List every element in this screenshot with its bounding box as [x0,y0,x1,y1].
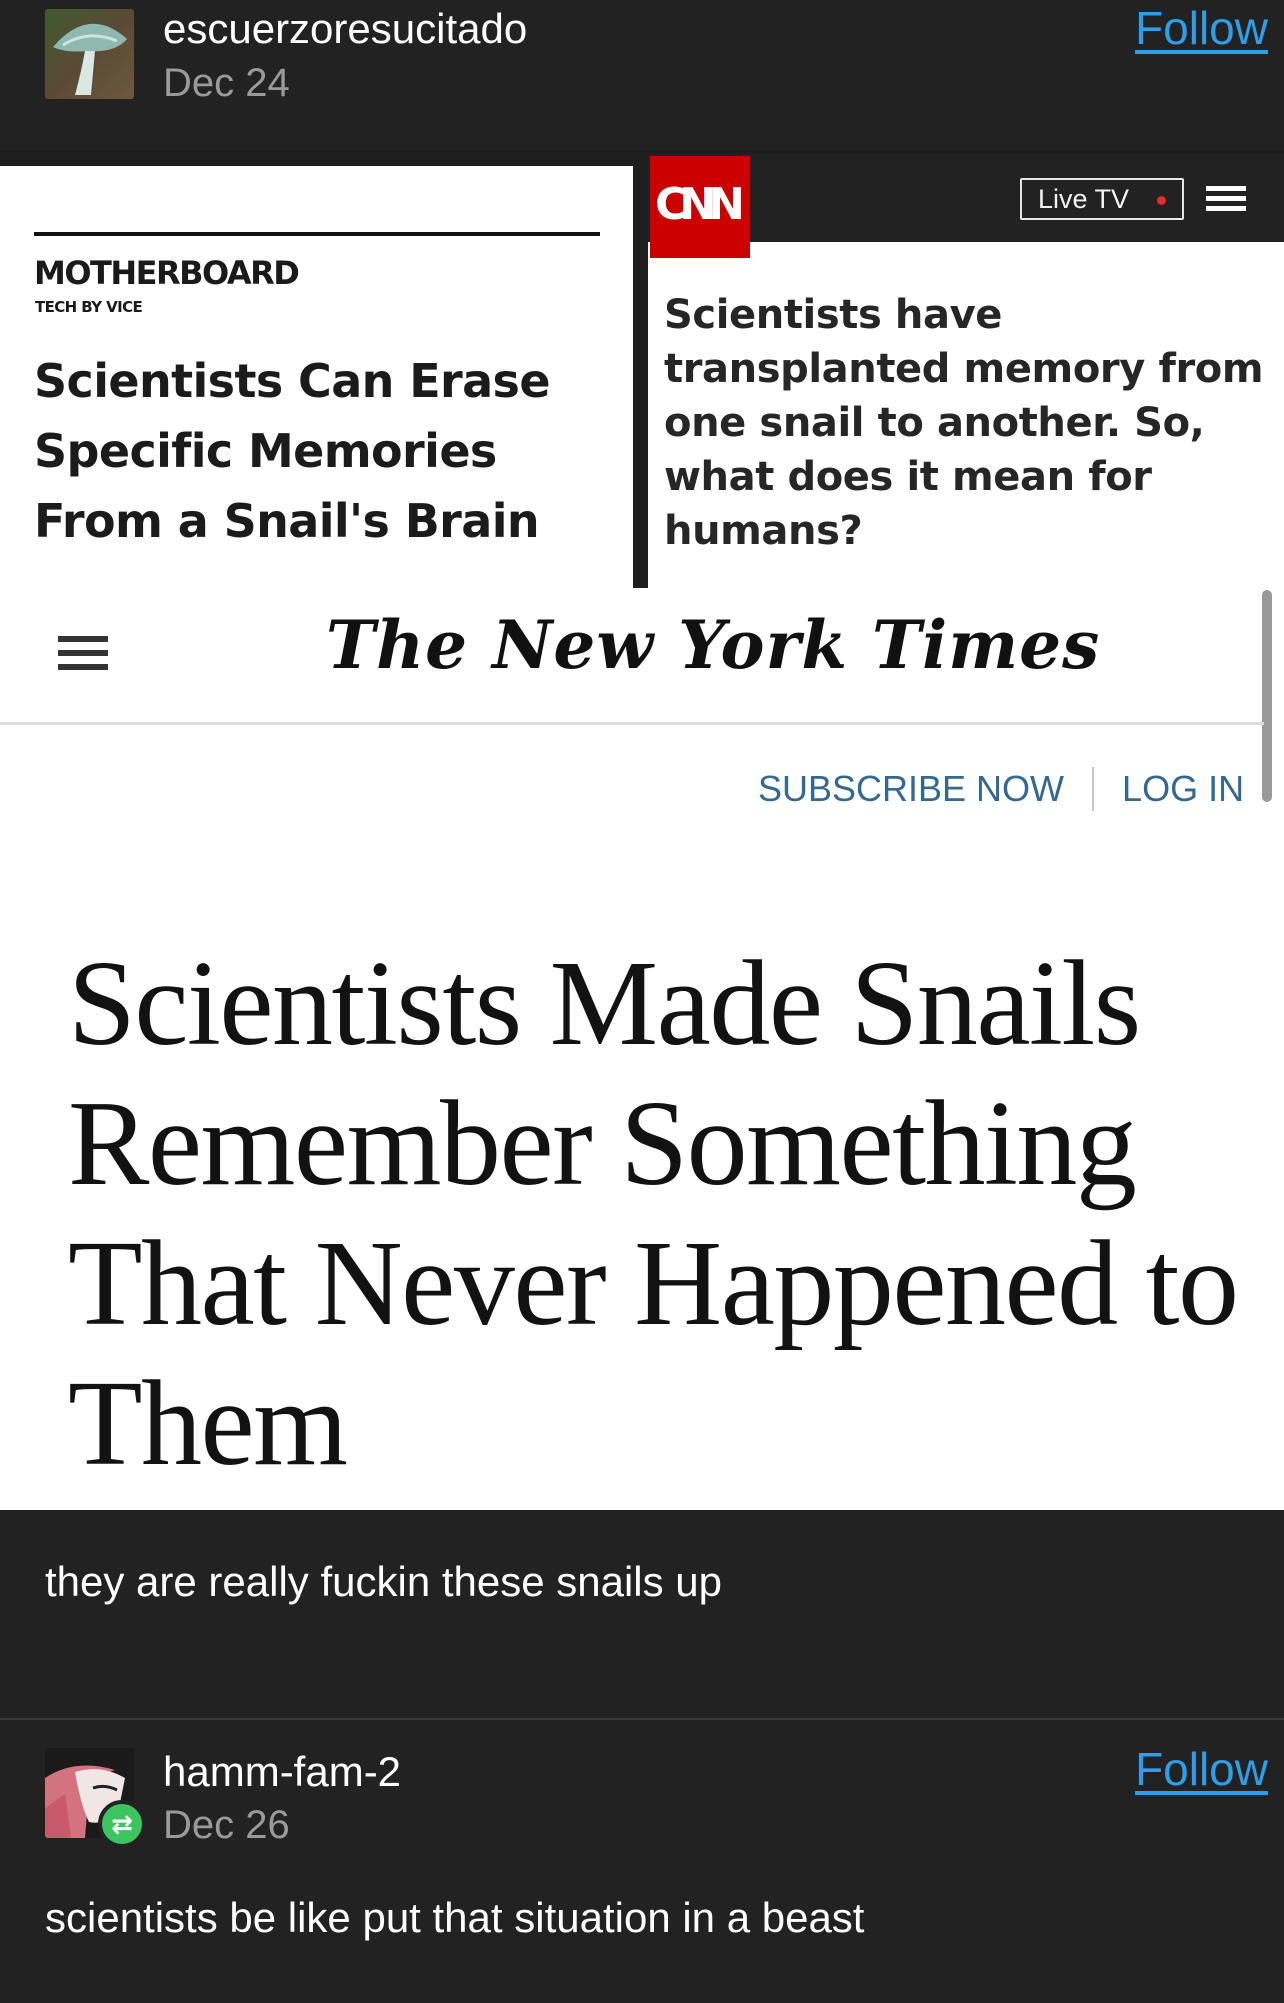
live-dot-icon [1157,196,1166,205]
cnn-headline: Scientists have transplanted memory from… [664,292,1264,554]
post-caption: they are really fuckin these snails up [45,1558,723,1605]
nyt-login-link: LOG IN [1122,768,1245,810]
motherboard-logo: MOTHERBOARD [34,254,300,292]
follow-button[interactable]: Follow [1135,0,1268,56]
post-header: escuerzoresucitado Dec 24 Follow [0,0,1284,152]
nyt-account-links: SUBSCRIBE NOW LOG IN [758,764,1244,812]
post-date: Dec 24 [163,61,290,105]
reblog-icon: ⇄ [98,1800,146,1848]
nyt-headline: Scientists Made Snails Remember Somethin… [68,936,1239,1491]
nyt-divider [0,722,1264,725]
link-separator [1092,767,1095,812]
nyt-subscribe-link: SUBSCRIBE NOW [758,768,1065,810]
nyt-screenshot: The New York Times SUBSCRIBE NOW LOG IN S… [0,588,1284,1510]
motherboard-sublogo: TECH BY VICE [35,298,143,316]
reblog-username[interactable]: hamm-fam-2 [163,1745,401,1799]
post-username[interactable]: escuerzoresucitado [163,2,527,56]
nyt-logo: The New York Times [326,606,1101,684]
cnn-logo: CNN [650,156,750,258]
hamburger-menu-icon [1206,186,1246,214]
motherboard-headline: Scientists Can Erase Specific Memories F… [34,354,551,548]
cnn-live-tv-button: Live TV [1020,178,1184,220]
scrollbar [1262,590,1272,802]
user-avatar[interactable] [45,9,134,99]
cnn-live-tv-label: Live TV [1038,184,1130,214]
reblog-comment: scientists be like put that situation in… [45,1894,865,1941]
reblog-divider [0,1718,1284,1720]
hamburger-menu-icon [58,636,108,672]
reblog-date: Dec 26 [163,1803,290,1847]
post-image-collage[interactable]: MOTHERBOARD TECH BY VICE Scientists Can … [0,150,1284,1510]
reblog-follow-button[interactable]: Follow [1135,1741,1268,1797]
motherboard-rule [34,232,600,236]
